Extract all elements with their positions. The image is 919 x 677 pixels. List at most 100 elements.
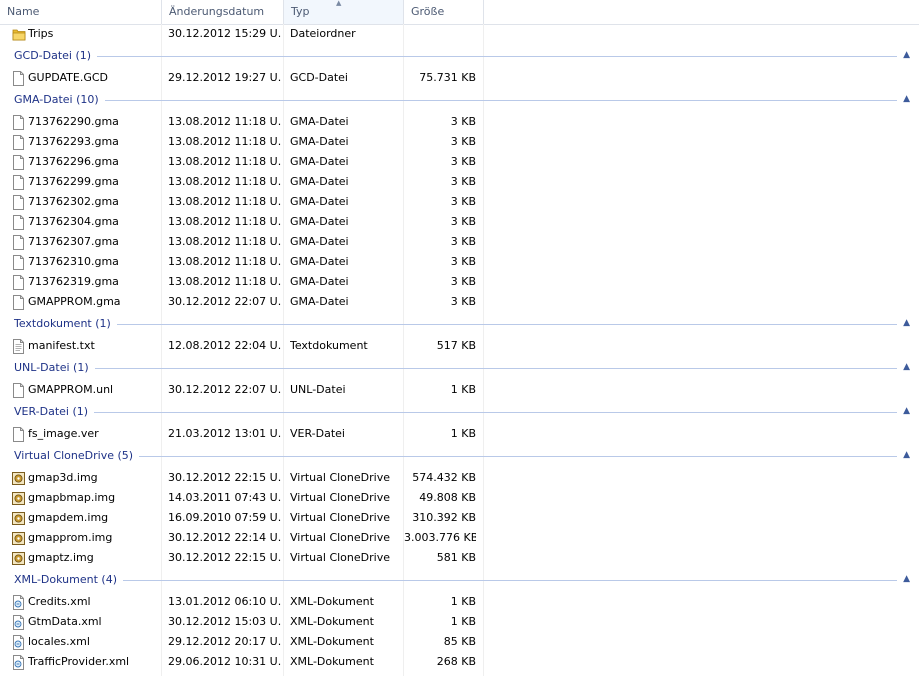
disc-image-icon <box>12 551 25 566</box>
file-row[interactable]: locales.xml 29.12.2012 20:17 U... XML-Doku… <box>0 632 919 652</box>
file-row[interactable]: 713762293.gma 13.08.2012 11:18 U... GMA-Da… <box>0 132 919 152</box>
file-row[interactable]: 713762296.gma 13.08.2012 11:18 U... GMA-Da… <box>0 152 919 172</box>
group-header[interactable]: Textdokument (1) ▲ <box>0 312 919 336</box>
disc-image-icon <box>12 511 25 526</box>
group-divider <box>104 100 897 101</box>
file-name: gmapprom.img <box>28 531 113 544</box>
group-label: XML-Dokument (4) <box>14 573 117 586</box>
text-file-icon <box>12 339 25 354</box>
file-icon <box>12 383 25 398</box>
file-row[interactable]: TrafficProvider.xml 29.06.2012 10:31 U...… <box>0 652 919 672</box>
file-row[interactable]: Credits.xml 13.01.2012 06:10 U... XML-Doku… <box>0 592 919 612</box>
collapse-group-icon[interactable]: ▲ <box>903 362 910 372</box>
column-header-bar: Name Änderungsdatum Typ ▲ Größe <box>0 0 919 25</box>
collapse-group-icon[interactable]: ▲ <box>903 94 910 104</box>
file-size: 3 KB <box>450 275 476 288</box>
sort-ascending-icon: ▲ <box>336 0 342 7</box>
file-row[interactable]: GtmData.xml 30.12.2012 15:03 U... XML-Doku… <box>0 612 919 632</box>
file-size: 1 KB <box>450 383 476 396</box>
collapse-group-icon[interactable]: ▲ <box>903 406 910 416</box>
collapse-group-icon[interactable]: ▲ <box>903 50 910 60</box>
file-size: 49.808 KB <box>419 491 476 504</box>
collapse-group-icon[interactable]: ▲ <box>903 574 910 584</box>
xml-file-icon <box>12 635 25 650</box>
file-size: 3.003.776 KB <box>404 531 476 544</box>
file-icon <box>12 235 25 250</box>
file-date: 30.12.2012 22:15 U... <box>168 551 282 564</box>
file-size: 1 KB <box>450 595 476 608</box>
group-divider <box>97 56 897 57</box>
file-name: locales.xml <box>28 635 90 648</box>
file-row[interactable]: 713762302.gma 13.08.2012 11:18 U... GMA-Da… <box>0 192 919 212</box>
collapse-group-icon[interactable]: ▲ <box>903 450 910 460</box>
file-size: 1 KB <box>450 427 476 440</box>
file-row[interactable]: gmapdem.img 16.09.2010 07:59 U... Virtual … <box>0 508 919 528</box>
file-name: GtmData.xml <box>28 615 102 628</box>
folder-row[interactable]: Trips 30.12.2012 15:29 U... Dateiordner <box>0 24 919 44</box>
file-row[interactable]: 713762319.gma 13.08.2012 11:18 U... GMA-Da… <box>0 272 919 292</box>
file-row[interactable]: 713762290.gma 13.08.2012 11:18 U... GMA-Da… <box>0 112 919 132</box>
file-name: gmapbmap.img <box>28 491 116 504</box>
file-row[interactable]: gmap3d.img 30.12.2012 22:15 U... Virtual C… <box>0 468 919 488</box>
file-type: UNL-Datei <box>290 383 346 396</box>
column-header-type[interactable]: Typ ▲ <box>284 0 404 24</box>
file-row[interactable]: gmapbmap.img 14.03.2011 07:43 U... Virtual… <box>0 488 919 508</box>
file-row[interactable]: gmaptz.img 30.12.2012 22:15 U... Virtual C… <box>0 548 919 568</box>
group-header[interactable]: XML-Dokument (4) ▲ <box>0 568 919 592</box>
file-size: 1 KB <box>450 615 476 628</box>
file-type: GMA-Datei <box>290 135 349 148</box>
file-date: 13.08.2012 11:18 U... <box>168 235 282 248</box>
file-name: GMAPPROM.unl <box>28 383 114 396</box>
file-row[interactable]: GUPDATE.GCD 29.12.2012 19:27 U... GCD-Date… <box>0 68 919 88</box>
group-divider <box>139 456 897 457</box>
file-date: 12.08.2012 22:04 U... <box>168 339 282 352</box>
file-name: Trips <box>28 27 54 40</box>
file-name: 713762293.gma <box>28 135 119 148</box>
file-name: manifest.txt <box>28 339 95 352</box>
file-type: Virtual CloneDrive <box>290 531 390 544</box>
file-size: 3 KB <box>450 155 476 168</box>
group-label: UNL-Datei (1) <box>14 361 89 374</box>
file-row[interactable]: manifest.txt 12.08.2012 22:04 U... Textdok… <box>0 336 919 356</box>
file-icon <box>12 255 25 270</box>
file-row[interactable]: fs_image.ver 21.03.2012 13:01 U... VER-Dat… <box>0 424 919 444</box>
group-header[interactable]: UNL-Datei (1) ▲ <box>0 356 919 380</box>
group-header[interactable]: GCD-Datei (1) ▲ <box>0 44 919 68</box>
group-header[interactable]: VER-Datei (1) ▲ <box>0 400 919 424</box>
file-date: 29.12.2012 19:27 U... <box>168 71 282 84</box>
file-type: GMA-Datei <box>290 255 349 268</box>
file-name: 713762302.gma <box>28 195 119 208</box>
file-name: TrafficProvider.xml <box>28 655 130 668</box>
column-header-name[interactable]: Name <box>0 0 162 24</box>
group-divider <box>94 412 897 413</box>
group-label: GMA-Datei (10) <box>14 93 99 106</box>
group-divider <box>122 580 897 581</box>
group-divider <box>94 368 897 369</box>
file-row[interactable]: gmapprom.img 30.12.2012 22:14 U... Virtual… <box>0 528 919 548</box>
file-name: 713762296.gma <box>28 155 119 168</box>
file-date: 16.09.2010 07:59 U... <box>168 511 282 524</box>
file-row[interactable]: 713762299.gma 13.08.2012 11:18 U... GMA-Da… <box>0 172 919 192</box>
file-name: 713762310.gma <box>28 255 119 268</box>
file-size: 3 KB <box>450 255 476 268</box>
file-row[interactable]: GMAPPROM.gma 30.12.2012 22:07 U... GMA-Dat… <box>0 292 919 312</box>
file-date: 29.06.2012 10:31 U... <box>168 655 282 668</box>
file-size: 3 KB <box>450 115 476 128</box>
file-row[interactable]: 713762307.gma 13.08.2012 11:18 U... GMA-Da… <box>0 232 919 252</box>
file-type: Virtual CloneDrive <box>290 511 390 524</box>
file-date: 21.03.2012 13:01 U... <box>168 427 282 440</box>
file-row[interactable]: GMAPPROM.unl 30.12.2012 22:07 U... UNL-Dat… <box>0 380 919 400</box>
group-label: Textdokument (1) <box>14 317 111 330</box>
column-header-size[interactable]: Größe <box>404 0 484 24</box>
file-size <box>404 24 476 44</box>
file-list: Trips 30.12.2012 15:29 U... Dateiordner … <box>0 24 919 672</box>
file-date: 30.12.2012 22:07 U... <box>168 383 282 396</box>
column-header-date[interactable]: Änderungsdatum <box>162 0 284 24</box>
collapse-group-icon[interactable]: ▲ <box>903 318 910 328</box>
file-row[interactable]: 713762310.gma 13.08.2012 11:18 U... GMA-Da… <box>0 252 919 272</box>
group-header[interactable]: GMA-Datei (10) ▲ <box>0 88 919 112</box>
group-header[interactable]: Virtual CloneDrive (5) ▲ <box>0 444 919 468</box>
file-row[interactable]: 713762304.gma 13.08.2012 11:18 U... GMA-Da… <box>0 212 919 232</box>
file-type: GMA-Datei <box>290 215 349 228</box>
file-size: 268 KB <box>436 655 476 668</box>
